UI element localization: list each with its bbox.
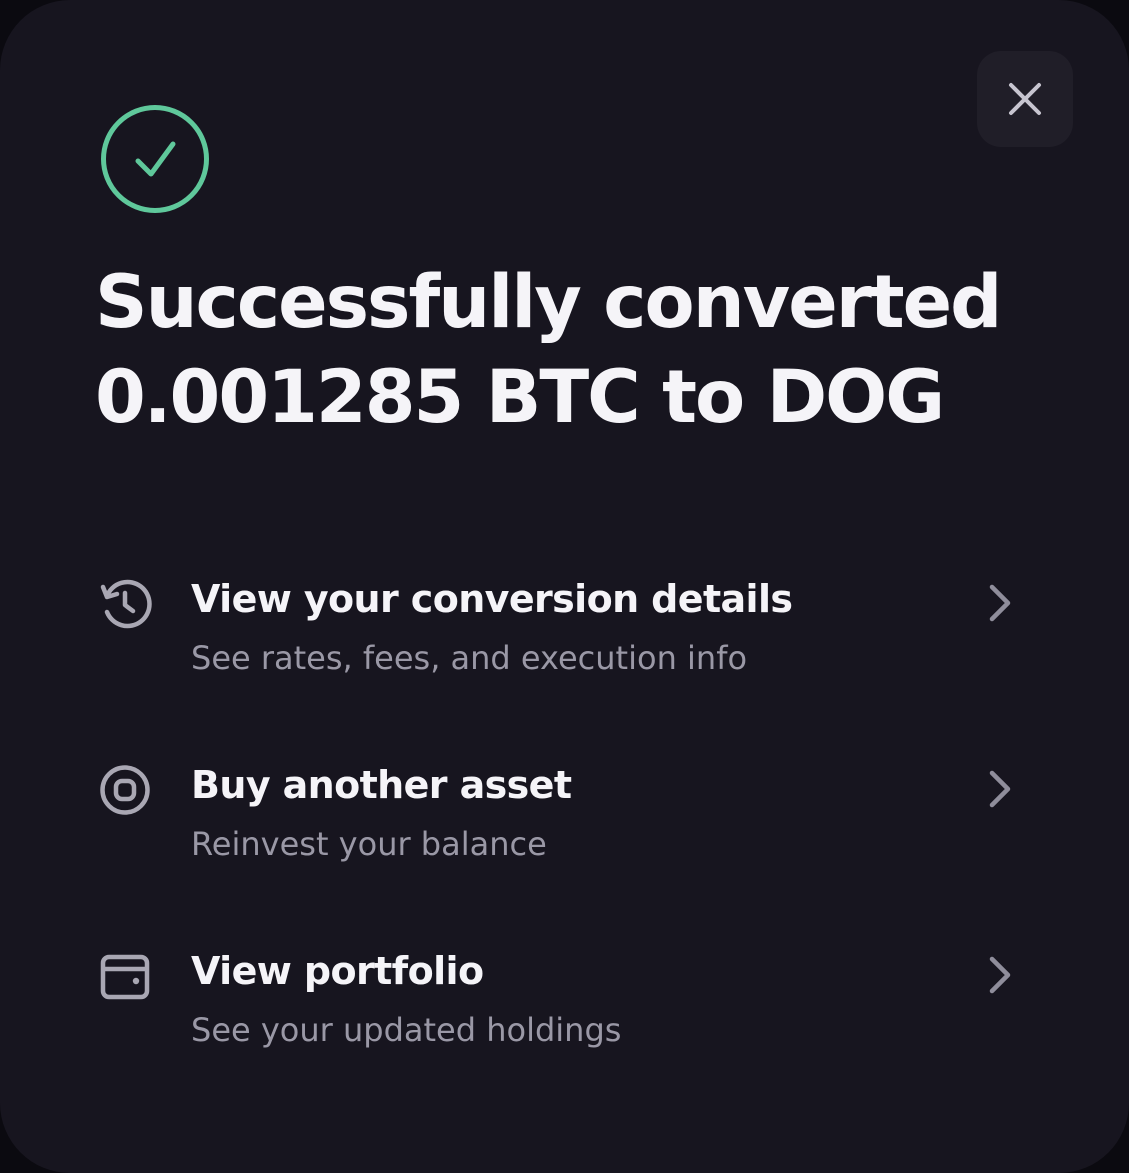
action-view-conversion-details[interactable]: View your conversion details See rates, …	[0, 555, 1129, 741]
conversion-success-modal: Successfully converted 0.001285 BTC to D…	[0, 0, 1129, 1173]
action-label: View your conversion details	[191, 577, 793, 621]
page-title: Successfully converted 0.001285 BTC to D…	[95, 255, 1055, 445]
close-icon	[1009, 83, 1041, 115]
action-view-portfolio[interactable]: View portfolio See your updated holdings	[0, 927, 1129, 1113]
chevron-right-icon	[989, 584, 1011, 622]
chevron-right-icon	[989, 956, 1011, 994]
close-button[interactable]	[977, 51, 1073, 147]
target-icon	[100, 765, 150, 815]
action-subtitle: See your updated holdings	[191, 1011, 622, 1049]
chevron-right-icon	[989, 770, 1011, 808]
action-list: View your conversion details See rates, …	[0, 555, 1129, 1113]
action-subtitle: See rates, fees, and execution info	[191, 639, 748, 677]
wallet-icon	[100, 954, 150, 1000]
action-buy-another-asset[interactable]: Buy another asset Reinvest your balance	[0, 741, 1129, 927]
history-icon	[100, 579, 152, 629]
check-circle-icon	[101, 105, 209, 213]
title-line-2: 0.001285 BTC to DOG	[95, 355, 945, 440]
action-subtitle: Reinvest your balance	[191, 825, 547, 863]
action-label: Buy another asset	[191, 763, 572, 807]
title-line-1: Successfully converted	[95, 260, 1002, 345]
action-label: View portfolio	[191, 949, 484, 993]
